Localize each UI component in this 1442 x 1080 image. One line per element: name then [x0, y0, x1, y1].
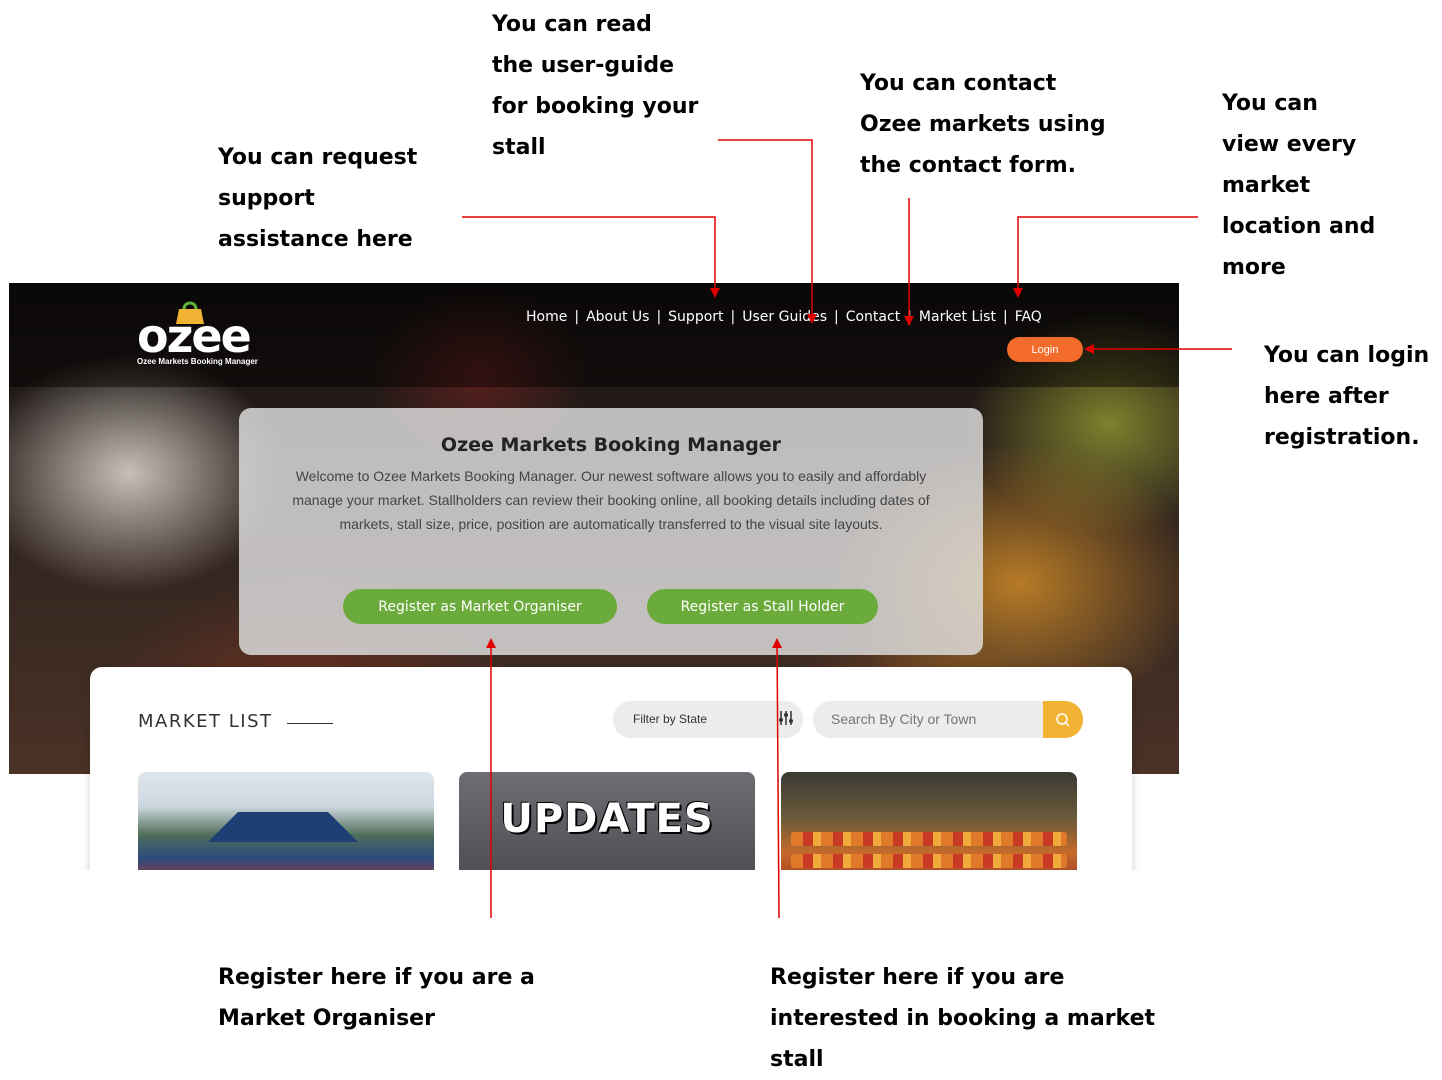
welcome-text: Welcome to Ozee Markets Booking Manager.…	[292, 468, 930, 532]
search-box	[813, 701, 1083, 738]
title-divider	[287, 723, 333, 724]
search-icon	[1056, 712, 1070, 727]
fruit-image	[791, 832, 1067, 846]
shopping-bag-icon	[176, 301, 204, 324]
nav-about-us[interactable]: About Us	[586, 309, 649, 325]
filter-by-state-select[interactable]: Filter by State	[613, 701, 803, 738]
register-stall-holder-button[interactable]: Register as Stall Holder	[647, 589, 878, 624]
fruit-image	[791, 854, 1067, 868]
nav-market-list[interactable]: Market List	[919, 309, 996, 325]
sliders-icon	[779, 711, 793, 725]
market-list-title: MARKET LIST	[138, 711, 273, 732]
main-nav: Home | About Us | Support | User Guides …	[526, 305, 1042, 329]
contact-annotation: You can contact Ozee markets using the c…	[860, 71, 1106, 178]
nav-separator: |	[730, 309, 736, 325]
search-input[interactable]	[829, 710, 1033, 728]
nav-home[interactable]: Home	[526, 309, 567, 325]
nav-separator: |	[656, 309, 662, 325]
nav-separator: |	[1002, 309, 1008, 325]
nav-separator: |	[907, 309, 912, 325]
market-list-panel: MARKET LIST Filter by State Search By Ci…	[90, 667, 1132, 870]
market-list-annotation: You can view every market location and m…	[1222, 91, 1376, 280]
user-guide-annotation: You can read the user-guide for booking …	[492, 12, 699, 160]
logo-tagline: Ozee Markets Booking Manager	[137, 357, 258, 366]
website-screenshot: ozee Ozee Markets Booking Manager Home |…	[9, 283, 1179, 870]
nav-separator: |	[574, 309, 580, 325]
market-card[interactable]	[138, 772, 434, 870]
nav-contact[interactable]: Contact	[846, 309, 900, 325]
nav-separator: |	[834, 309, 839, 325]
nav-user-guides[interactable]: User Guides	[742, 309, 827, 325]
login-annotation: You can login here after registration.	[1264, 343, 1430, 450]
welcome-title: Ozee Markets Booking Manager	[440, 434, 782, 456]
nav-support[interactable]: Support	[668, 309, 723, 325]
login-button[interactable]: Login	[1007, 337, 1083, 362]
welcome-box: Ozee Markets Booking Manager Welcome to …	[239, 408, 983, 655]
support-annotation: You can request support assistance here	[218, 145, 418, 252]
filter-label: Filter by State	[633, 712, 708, 726]
organiser-annotation: Register here if you are a Market Organi…	[218, 965, 535, 1031]
stall-holder-annotation: Register here if you are interested in b…	[770, 965, 1156, 1072]
ozee-logo[interactable]: ozee Ozee Markets Booking Manager	[135, 301, 285, 369]
register-organiser-button[interactable]: Register as Market Organiser	[343, 589, 617, 624]
market-card[interactable]	[781, 772, 1077, 870]
market-card[interactable]: UPDATES	[459, 772, 755, 870]
nav-faq[interactable]: FAQ	[1015, 309, 1042, 325]
search-button[interactable]	[1043, 701, 1083, 738]
updates-banner-text: UPDATES	[500, 796, 714, 842]
market-tent-image	[208, 812, 358, 842]
